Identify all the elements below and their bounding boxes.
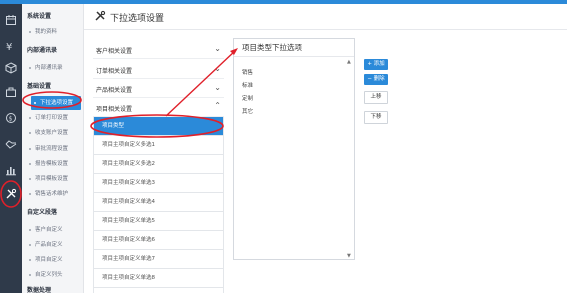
option-value[interactable]: 定制 <box>242 94 253 102</box>
sidebar-item-sales-phrases[interactable]: 销售话术维护 <box>22 187 83 201</box>
dropdown-options-panel: 项目类型下拉选项 销售 标准 定制 其它 ▲ ▼ <box>233 38 355 260</box>
option-value[interactable]: 销售 <box>242 68 253 76</box>
move-up-button[interactable]: 上移 <box>364 91 388 104</box>
settings-sidebar: 系统设置 我的资料 内部通讯录 内部通讯录 基础设置 下拉选项设置 订单打印设置… <box>22 4 84 293</box>
option-custom-single-7[interactable]: 项目主项自定义单选7 <box>94 250 223 269</box>
sidebar-item-custom-project[interactable]: 项目自定义 <box>22 253 83 267</box>
sidebar-item-custom-product[interactable]: 产品自定义 <box>22 238 83 252</box>
briefcase-icon[interactable] <box>4 86 18 100</box>
calendar-icon[interactable] <box>4 14 18 28</box>
panel-title: 项目类型下拉选项 <box>234 39 354 57</box>
option-custom-single-3[interactable]: 项目主项自定义单选3 <box>94 174 223 193</box>
option-value[interactable]: 标准 <box>242 81 253 89</box>
sidebar-group-contacts[interactable]: 内部通讯录 <box>22 44 83 58</box>
category-project[interactable]: 项目相关设置 ⌃ <box>93 98 224 117</box>
currency-icon[interactable]: ¥ <box>4 40 18 54</box>
category-label: 客户相关设置 <box>96 48 133 55</box>
option-values-listbox[interactable]: 销售 标准 定制 其它 <box>240 63 344 253</box>
chart-icon[interactable] <box>4 164 18 178</box>
chevron-up-icon: ⌃ <box>214 101 221 110</box>
svg-text:$: $ <box>9 115 13 122</box>
coin-icon[interactable]: $ <box>4 112 18 126</box>
sidebar-item-profile[interactable]: 我的资料 <box>22 25 83 39</box>
option-project-type[interactable]: 项目类型 <box>94 117 223 136</box>
icon-navbar: ¥ $ <box>0 4 22 293</box>
sidebar-group-basic[interactable]: 基础设置 <box>22 80 83 94</box>
sidebar-item-contacts[interactable]: 内部通讯录 <box>22 61 83 75</box>
scroll-up-icon[interactable]: ▲ <box>347 59 351 65</box>
add-button[interactable]: + 添加 <box>364 59 388 70</box>
handshake-icon[interactable] <box>4 138 18 152</box>
move-down-button[interactable]: 下移 <box>364 111 388 124</box>
sidebar-item-order-print[interactable]: 订单打印设置 <box>22 111 83 125</box>
sidebar-item-custom-columns[interactable]: 自定义列头 <box>22 268 83 282</box>
sidebar-item-approval[interactable]: 审批流程设置 <box>22 142 83 156</box>
option-custom-multi-2[interactable]: 项目主项自定义多选2 <box>94 155 223 174</box>
category-label: 产品相关设置 <box>96 87 133 94</box>
option-custom-single-6[interactable]: 项目主项自定义单选6 <box>94 231 223 250</box>
category-label: 项目相关设置 <box>96 106 133 113</box>
chevron-down-icon: ⌄ <box>214 64 221 73</box>
chevron-down-icon: ⌄ <box>214 83 221 92</box>
sidebar-item-custom-customer[interactable]: 客户自定义 <box>22 223 83 237</box>
category-order[interactable]: 订单相关设置 ⌄ <box>93 60 224 79</box>
sidebar-group-system[interactable]: 系统设置 <box>22 10 83 24</box>
listbox-scrollbar[interactable]: ▲ ▼ <box>347 59 352 259</box>
package-icon[interactable] <box>4 62 18 76</box>
tools-icon <box>94 10 106 25</box>
sidebar-item-project-template[interactable]: 项目模板设置 <box>22 172 83 186</box>
add-button-label: 添加 <box>373 61 385 67</box>
svg-text:¥: ¥ <box>6 42 12 52</box>
option-custom-single-8[interactable]: 项目主项自定义单选8 <box>94 269 223 288</box>
tools-icon[interactable] <box>4 188 18 202</box>
delete-button-label: 删除 <box>373 76 385 82</box>
category-label: 订单相关设置 <box>96 68 133 75</box>
sidebar-item-dropdown-settings[interactable]: 下拉选项设置 <box>31 96 81 110</box>
scroll-down-icon[interactable]: ▼ <box>347 253 351 259</box>
chevron-down-icon: ⌄ <box>214 44 221 53</box>
page-title: 下拉选项设置 <box>110 14 165 24</box>
sidebar-item-account[interactable]: 收支账户设置 <box>22 126 83 140</box>
option-value[interactable]: 其它 <box>242 107 253 115</box>
option-custom-single-5[interactable]: 项目主项自定义单选5 <box>94 212 223 231</box>
category-customer[interactable]: 客户相关设置 ⌄ <box>93 40 224 59</box>
option-custom-single-4[interactable]: 项目主项自定义单选4 <box>94 193 223 212</box>
page-header: 下拉选项设置 <box>84 4 567 30</box>
project-option-list: 项目类型 项目主项自定义多选1 项目主项自定义多选2 项目主项自定义单选3 项目… <box>93 117 224 293</box>
delete-button[interactable]: − 删除 <box>364 74 388 85</box>
sidebar-group-custom[interactable]: 自定义段落 <box>22 206 83 220</box>
category-product[interactable]: 产品相关设置 ⌄ <box>93 79 224 98</box>
sidebar-item-report-template[interactable]: 报告模板设置 <box>22 157 83 171</box>
sidebar-group-data[interactable]: 数据处理 <box>22 284 83 293</box>
option-custom-multi-1[interactable]: 项目主项自定义多选1 <box>94 136 223 155</box>
